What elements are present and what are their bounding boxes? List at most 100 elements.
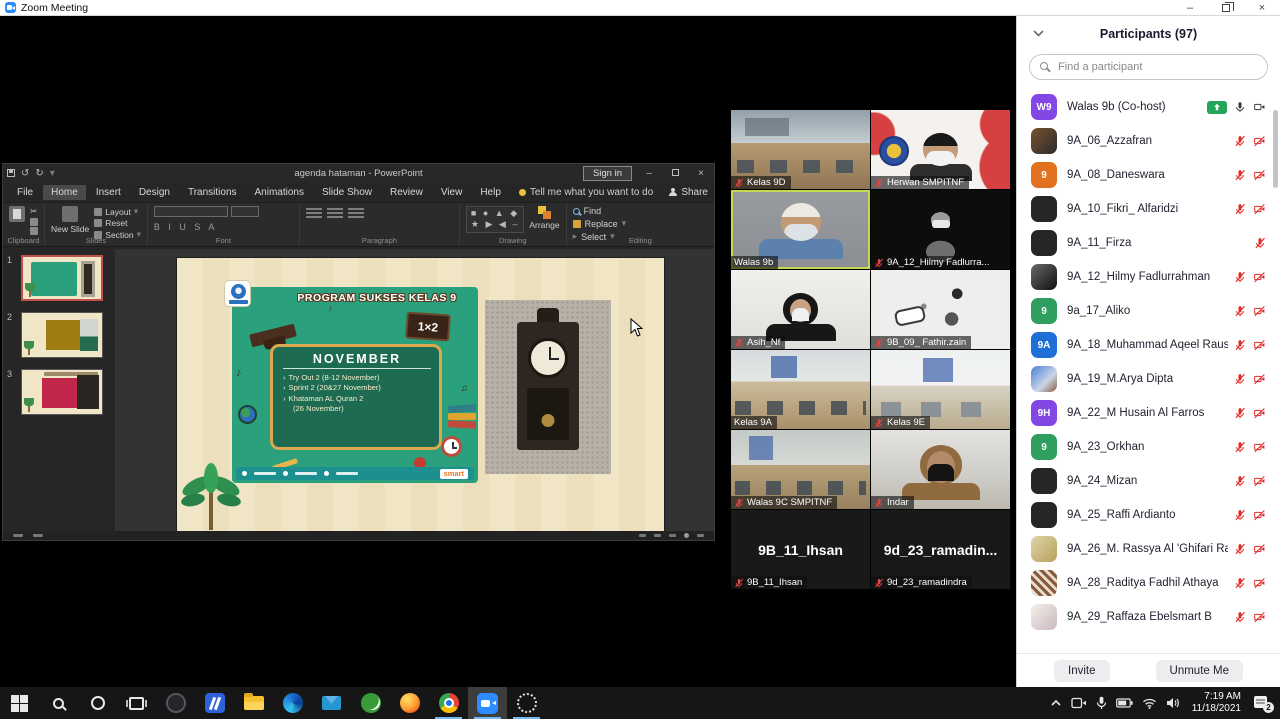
taskbar-mail-icon[interactable] [312,687,351,719]
taskbar-dark-app-icon[interactable] [156,687,195,719]
ppt-tab-transitions[interactable]: Transitions [180,185,245,200]
battery-icon[interactable] [1116,698,1133,708]
video-tile[interactable]: Indar [871,430,1010,509]
participant-row[interactable]: 9 9A_23_Orkhan [1017,430,1280,464]
participant-row[interactable]: 9A 9A_18_Muhammad Aqeel Rausya... [1017,328,1280,362]
taskbar-chrome-icon[interactable] [429,687,468,719]
ppt-tab-insert[interactable]: Insert [88,185,129,200]
participant-row[interactable]: 9A_25_Raffi Ardianto [1017,498,1280,532]
redo-icon[interactable]: ↻ [35,168,43,179]
taskbar-edge-icon[interactable] [273,687,312,719]
participant-row[interactable]: 9A_06_Azzafran [1017,124,1280,158]
tell-me-box[interactable]: Tell me what you want to do [519,187,653,198]
ppt-tab-design[interactable]: Design [131,185,178,200]
taskbar-lens-icon[interactable] [507,687,546,719]
taskbar-movies-app-icon[interactable] [195,687,234,719]
ppt-tab-view[interactable]: View [433,185,471,200]
copy-button[interactable] [30,218,38,226]
ppt-tab-animations[interactable]: Animations [247,185,312,200]
meet-now-icon[interactable] [1071,697,1087,709]
video-tile[interactable]: Kelas 9E [871,350,1010,429]
slide-thumbnail-2[interactable]: 2 [7,312,109,358]
participant-row[interactable]: 9H 9A_22_M Husain Al Farros [1017,396,1280,430]
replace-button[interactable]: Replace ▾ [573,218,627,229]
video-tile[interactable]: 9B_11_Ihsan 9B_11_Ihsan [731,510,870,589]
video-tile[interactable]: Kelas 9D [731,110,870,189]
font-style-buttons[interactable]: B I U S A [154,222,218,232]
participant-row[interactable]: 9A_11_Firza [1017,226,1280,260]
taskbar-start-icon[interactable] [0,687,39,719]
video-tile[interactable]: Herwan SMPITNF [871,110,1010,189]
microphone-icon[interactable] [1096,696,1107,710]
minimize-button[interactable]: – [1172,0,1208,16]
arrange-button[interactable]: Arrange [529,206,559,230]
reset-button[interactable]: Reset [94,218,141,228]
slide-thumbnail-1[interactable]: 1 [7,255,109,301]
participant-row[interactable]: 9A_19_M.Arya Dipta [1017,362,1280,396]
new-slide-button[interactable]: New Slide [51,206,89,234]
indent-buttons[interactable] [348,208,364,218]
powerpoint-window[interactable]: ↺ ↻ ▾ agenda hataman - PowerPoint Sign i… [2,163,715,541]
hidden-icons-chevron[interactable] [1050,698,1062,708]
chevron-down-icon[interactable] [1033,30,1044,37]
scrollbar-thumb[interactable] [1273,110,1278,188]
ppt-tab-review[interactable]: Review [382,185,431,200]
ppt-tab-help[interactable]: Help [472,185,509,200]
find-button[interactable]: Find [573,206,627,216]
save-icon[interactable] [7,169,15,177]
qat-dropdown-icon[interactable]: ▾ [50,168,55,179]
taskbar-clock[interactable]: 7:19 AM 11/18/2021 [1192,691,1241,716]
participant-row[interactable]: 9A_12_Hilmy Fadlurrahman [1017,260,1280,294]
video-tile[interactable]: Walas 9b [731,190,870,269]
volume-icon[interactable] [1166,697,1180,709]
taskbar-cortana-icon[interactable] [78,687,117,719]
view-and-zoom-controls[interactable] [639,533,704,538]
ppt-tab-file[interactable]: File [9,185,41,200]
sign-in-button[interactable]: Sign in [583,166,632,181]
participant-row[interactable]: 9A_24_Mizan [1017,464,1280,498]
participant-row[interactable]: 9A_10_Fikri_ Alfaridzi [1017,192,1280,226]
search-input[interactable] [1029,54,1268,80]
format-painter-button[interactable] [30,227,38,235]
taskbar-zoom-icon[interactable] [468,687,507,719]
taskbar-firefox-icon[interactable] [390,687,429,719]
undo-icon[interactable]: ↺ [21,168,29,179]
video-tile[interactable]: 9d_23_ramadin... 9d_23_ramadindra [871,510,1010,589]
wifi-icon[interactable] [1142,698,1157,709]
action-center-icon[interactable]: 2 [1254,695,1272,711]
close-button[interactable]: × [1244,0,1280,16]
video-tile[interactable]: 9B_09_ Fathir.zain [871,270,1010,349]
participant-row[interactable]: 9 9A_08_Daneswara [1017,158,1280,192]
unmute-me-button[interactable]: Unmute Me [1156,660,1243,682]
participant-row[interactable]: 9A_28_Raditya Fadhil Athaya [1017,566,1280,600]
taskbar-file-explorer-icon[interactable] [234,687,273,719]
ppt-restore-button[interactable] [666,168,684,179]
shapes-gallery[interactable]: ■ ● ▲ ◆★ ▶ ◀ ‒ [466,206,524,233]
participant-row[interactable]: 9A_26_M. Rassya Al 'Ghifari Rasy... [1017,532,1280,566]
video-tile[interactable]: Asih_Nf [731,270,870,349]
paste-button[interactable] [9,206,25,222]
align-buttons[interactable] [327,208,343,218]
taskbar-xbox-icon[interactable] [351,687,390,719]
participant-row[interactable]: 9A_29_Raffaza Ebelsmart B [1017,600,1280,634]
video-tile[interactable]: 9A_12_Hilmy Fadlurra... [871,190,1010,269]
ppt-share-button[interactable]: Share [669,187,708,198]
ppt-tab-home[interactable]: Home [43,185,86,200]
font-name-combobox[interactable] [154,206,228,217]
taskbar-task-view-icon[interactable] [117,687,156,719]
layout-button[interactable]: Layout ▾ [94,206,141,217]
zoom-slider[interactable] [684,533,689,538]
video-tile[interactable]: Kelas 9A [731,350,870,429]
font-size-combobox[interactable] [231,206,259,217]
invite-button[interactable]: Invite [1054,660,1110,682]
slide-thumbnail-3[interactable]: 3 [7,369,109,415]
participant-row[interactable]: 9 9a_17_Aliko [1017,294,1280,328]
video-tile[interactable]: Walas 9C SMPITNF [731,430,870,509]
bullet-list-buttons[interactable] [306,208,322,218]
participant-row[interactable]: W9 Walas 9b (Co-host) [1017,90,1280,124]
cut-button[interactable]: ✂ [30,206,38,217]
ppt-tab-slide-show[interactable]: Slide Show [314,185,380,200]
taskbar-search-icon[interactable] [39,687,78,719]
ppt-minimize-button[interactable]: – [640,168,658,179]
restore-button[interactable] [1208,0,1244,16]
